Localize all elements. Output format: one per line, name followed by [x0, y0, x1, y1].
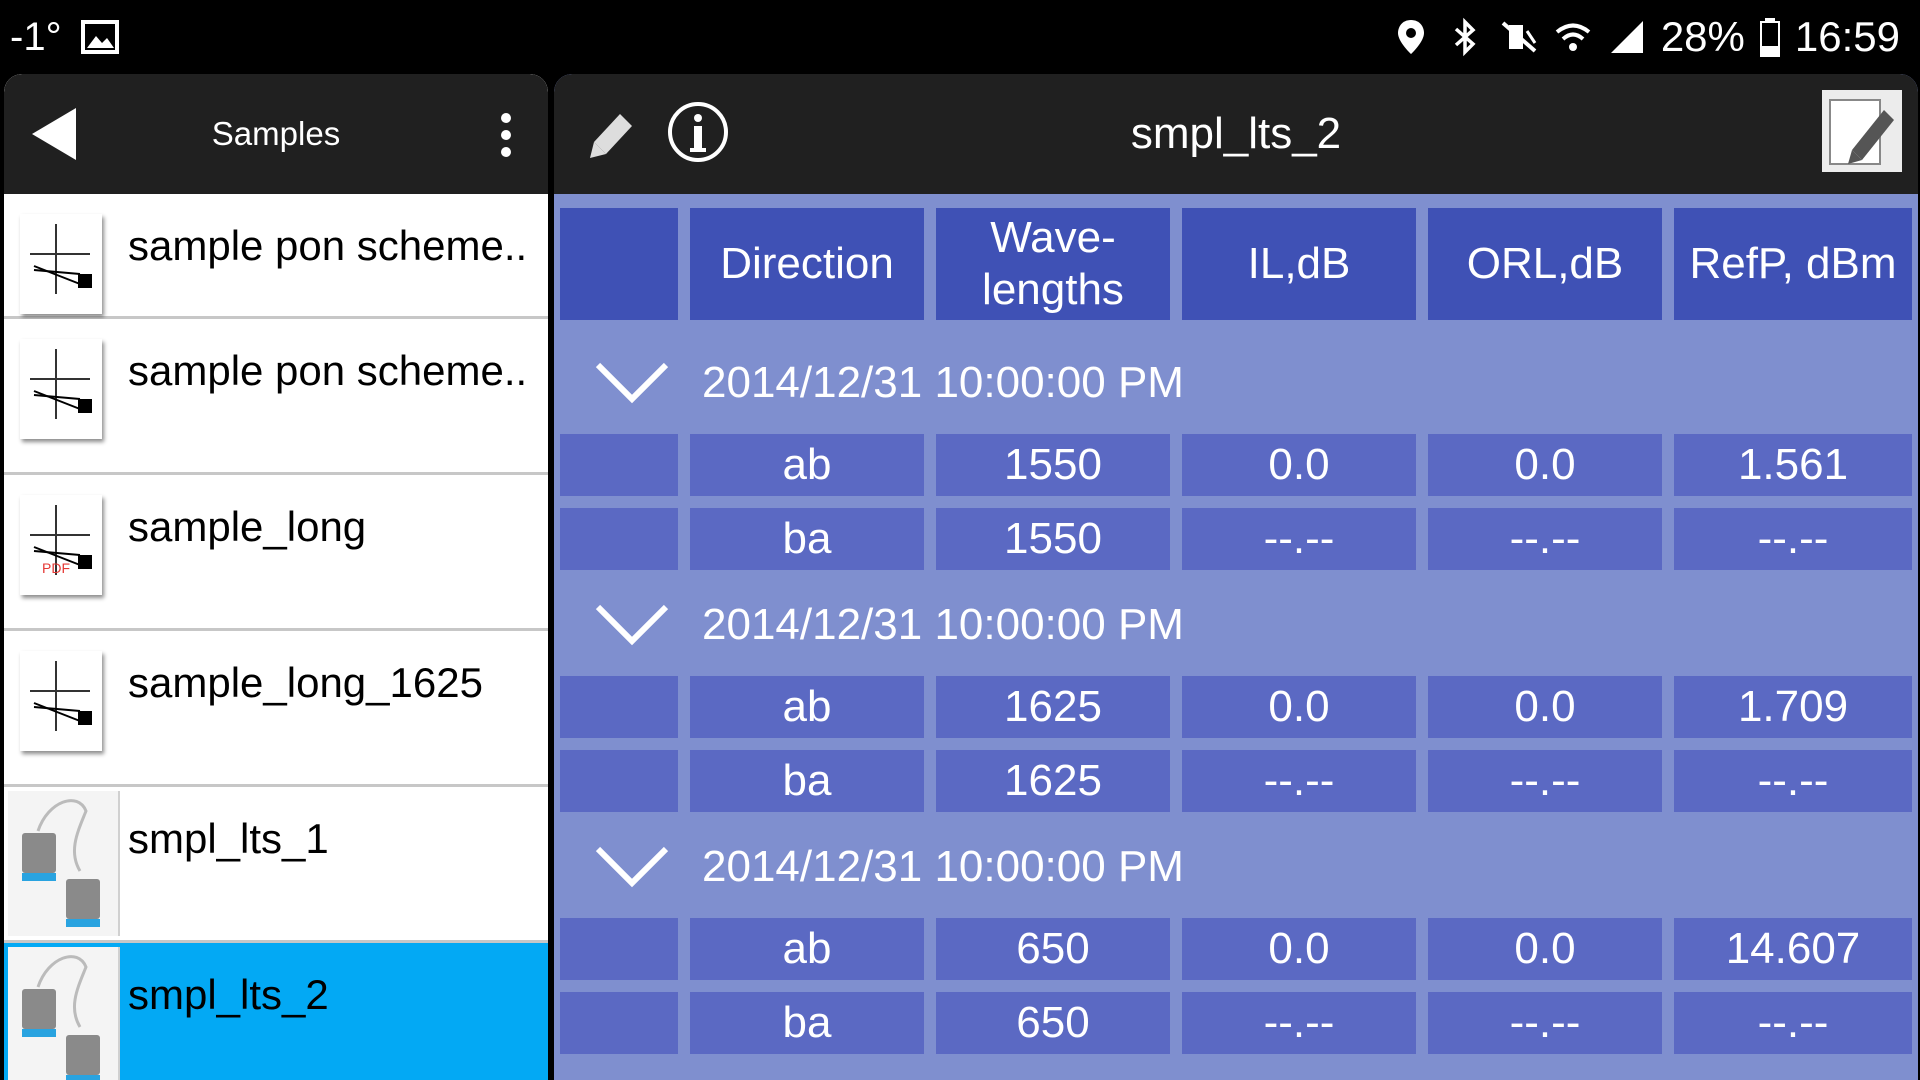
chevron-down-icon[interactable] — [592, 353, 672, 413]
column-header-refp: RefP, dBm — [1674, 208, 1912, 320]
scheme-icon — [20, 651, 102, 751]
table-row: ba 650 --.-- --.-- --.-- — [560, 992, 1914, 1054]
samples-header: Samples — [4, 74, 548, 194]
sample-label: smpl_lts_2 — [128, 971, 329, 1018]
wavelength-cell: 1625 — [936, 676, 1170, 738]
refp-cell: --.-- — [1674, 508, 1912, 570]
sample-label: smpl_lts_1 — [128, 815, 329, 862]
wavelength-cell: 1550 — [936, 508, 1170, 570]
scheme-icon — [20, 339, 102, 439]
measurement-group[interactable]: 2014/12/31 10:00:00 PM — [560, 340, 1914, 426]
location-icon — [1397, 20, 1424, 54]
image-icon — [80, 20, 119, 54]
details-panel: smpl_lts_2 Direction Wave- lengths IL,dB… — [554, 74, 1918, 1080]
status-bar: -1° 28% 16:59 — [0, 0, 1920, 74]
sample-label: sample pon scheme.. — [128, 347, 528, 394]
chevron-down-icon[interactable] — [592, 595, 672, 655]
group-date: 2014/12/31 10:00:00 PM — [702, 842, 1184, 891]
samples-panel: Samples sample pon scheme.. sample pon s… — [4, 74, 548, 1080]
lts-device-icon — [8, 791, 120, 936]
measurement-group[interactable]: 2014/12/31 10:00:00 PM — [560, 582, 1914, 668]
il-cell: 0.0 — [1182, 676, 1416, 738]
table-row: ab 650 0.0 0.0 14.607 — [560, 918, 1914, 980]
refp-cell: 1.709 — [1674, 676, 1912, 738]
sample-list-item[interactable]: sample_long_1625 — [4, 631, 548, 787]
measurements-table: Direction Wave- lengths IL,dB ORL,dB Ref… — [560, 208, 1914, 1066]
refp-cell: --.-- — [1674, 750, 1912, 812]
overflow-menu-icon[interactable] — [500, 112, 512, 158]
scheme-icon — [20, 214, 102, 314]
il-cell: 0.0 — [1182, 918, 1416, 980]
sample-list-item[interactable]: sample pon scheme.. — [4, 194, 548, 319]
table-row: ba 1550 --.-- --.-- --.-- — [560, 508, 1914, 570]
sample-list-item[interactable]: PDF sample_long — [4, 475, 548, 631]
wavelength-cell: 650 — [936, 992, 1170, 1054]
column-header-direction: Direction — [690, 208, 924, 320]
bluetooth-icon — [1454, 17, 1476, 57]
refp-cell: --.-- — [1674, 992, 1912, 1054]
orl-cell: 0.0 — [1428, 676, 1662, 738]
lts-device-icon — [8, 947, 120, 1080]
wavelength-cell: 650 — [936, 918, 1170, 980]
group-date: 2014/12/31 10:00:00 PM — [702, 358, 1184, 407]
table-row: ab 1550 0.0 0.0 1.561 — [560, 434, 1914, 496]
direction-cell: ab — [690, 434, 924, 496]
sample-label: sample_long_1625 — [128, 659, 483, 706]
row-blank-cell — [560, 508, 678, 570]
table-row: ab 1625 0.0 0.0 1.709 — [560, 676, 1914, 738]
column-header-il: IL,dB — [1182, 208, 1416, 320]
il-cell: --.-- — [1182, 992, 1416, 1054]
sample-list-item[interactable]: sample pon scheme.. — [4, 319, 548, 475]
direction-cell: ba — [690, 750, 924, 812]
group-date: 2014/12/31 10:00:00 PM — [702, 600, 1184, 649]
sample-label: sample_long — [128, 503, 367, 550]
wavelength-cell: 1625 — [936, 750, 1170, 812]
direction-cell: ab — [690, 918, 924, 980]
il-cell: 0.0 — [1182, 434, 1416, 496]
row-blank-cell — [560, 750, 678, 812]
refp-cell: 1.561 — [1674, 434, 1912, 496]
signal-icon — [1610, 21, 1643, 53]
refp-cell: 14.607 — [1674, 918, 1912, 980]
direction-cell: ba — [690, 992, 924, 1054]
table-header-row: Direction Wave- lengths IL,dB ORL,dB Ref… — [560, 208, 1914, 320]
battery-icon — [1759, 18, 1780, 57]
direction-cell: ba — [690, 508, 924, 570]
measurement-group[interactable]: 2014/12/31 10:00:00 PM — [560, 824, 1914, 910]
samples-title: Samples — [211, 115, 341, 152]
orl-cell: --.-- — [1428, 992, 1662, 1054]
sample-list-item[interactable]: smpl_lts_1 — [4, 787, 548, 943]
row-blank-cell — [560, 918, 678, 980]
wavelength-cell: 1550 — [936, 434, 1170, 496]
wifi-icon — [1555, 23, 1591, 51]
chevron-down-icon[interactable] — [592, 837, 672, 897]
mute-icon — [1501, 21, 1537, 53]
temperature-readout: -1° — [10, 14, 62, 59]
sample-title: smpl_lts_2 — [1130, 109, 1342, 158]
column-header-blank — [560, 208, 678, 320]
details-header: smpl_lts_2 — [554, 74, 1918, 194]
orl-cell: --.-- — [1428, 508, 1662, 570]
pdf-badge: PDF — [42, 560, 70, 576]
row-blank-cell — [560, 992, 678, 1054]
direction-cell: ab — [690, 676, 924, 738]
column-header-wavelengths: Wave- lengths — [936, 208, 1170, 320]
orl-cell: 0.0 — [1428, 918, 1662, 980]
battery-percent: 28% — [1660, 13, 1745, 60]
il-cell: --.-- — [1182, 750, 1416, 812]
column-header-orl: ORL,dB — [1428, 208, 1662, 320]
il-cell: --.-- — [1182, 508, 1416, 570]
document-edit-icon[interactable] — [1822, 90, 1902, 172]
clock: 16:59 — [1794, 13, 1900, 60]
orl-cell: --.-- — [1428, 750, 1662, 812]
row-blank-cell — [560, 676, 678, 738]
row-blank-cell — [560, 434, 678, 496]
sample-list-item-selected[interactable]: smpl_lts_2 — [4, 943, 548, 1080]
orl-cell: 0.0 — [1428, 434, 1662, 496]
table-row: ba 1625 --.-- --.-- --.-- — [560, 750, 1914, 812]
scheme-pdf-icon: PDF — [20, 495, 102, 595]
sample-label: sample pon scheme.. — [128, 222, 528, 269]
